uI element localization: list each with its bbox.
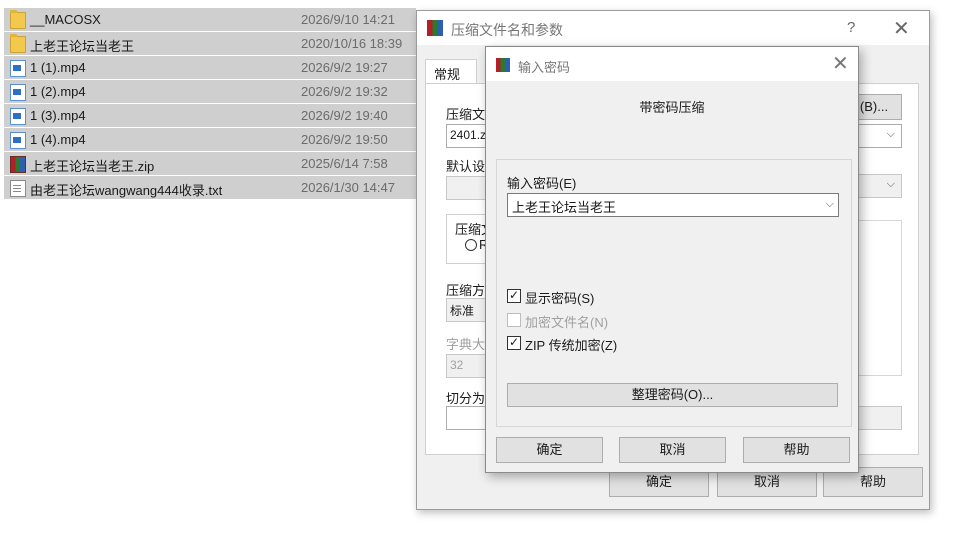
file-row[interactable]: __MACOSX 2026/9/10 14:21: [4, 8, 416, 32]
tab-general[interactable]: 常规: [425, 59, 477, 84]
chevron-down-icon: ⌵: [886, 178, 895, 190]
method-dropdown[interactable]: 标准: [446, 298, 490, 322]
cancel-button-label: 取消: [753, 474, 780, 489]
file-date: 2026/9/2 19:27: [301, 60, 388, 75]
file-date: 2026/9/2 19:40: [301, 108, 388, 123]
video-file-icon: [10, 108, 26, 125]
file-name: 上老王论坛当老王: [30, 39, 135, 54]
help-icon[interactable]: ?: [847, 19, 855, 36]
browse-button-label: (B)...: [859, 99, 889, 114]
show-password-label: 显示密码(S): [525, 291, 595, 306]
video-file-icon: [10, 84, 26, 101]
zip-legacy-encryption-label: ZIP 传统加密(Z): [525, 338, 618, 353]
password-help-button[interactable]: 帮助: [743, 437, 850, 463]
password-cancel-label: 取消: [659, 442, 686, 457]
chevron-down-icon: ⌵: [886, 128, 895, 140]
ok-button-label: 确定: [645, 474, 672, 489]
file-row[interactable]: 由老王论坛wangwang444收录.txt 2026/1/30 14:47: [4, 176, 416, 200]
tab-label: 常规: [434, 67, 461, 82]
password-label: 输入密码(E): [507, 176, 577, 191]
password-ok-label: 确定: [536, 442, 563, 457]
check-icon: ✓: [508, 288, 520, 302]
close-icon[interactable]: ✕: [893, 16, 910, 41]
chevron-down-icon[interactable]: ⌵: [826, 198, 834, 211]
file-list: __MACOSX 2026/9/10 14:21 上老王论坛当老王 2020/1…: [4, 8, 416, 200]
archive-name-value: 2401.z: [450, 128, 487, 142]
password-input[interactable]: 上老王论坛当老王 ⌵: [507, 193, 839, 217]
password-cancel-button[interactable]: 取消: [619, 437, 726, 463]
password-dialog-title: 输入密码: [518, 60, 571, 75]
close-icon[interactable]: ✕: [832, 51, 849, 76]
format-group: 压缩文 R: [446, 214, 490, 264]
folder-icon: [10, 34, 26, 53]
file-date: 2025/6/14 7:58: [301, 156, 388, 171]
dialog-title: 压缩文件名和参数: [451, 22, 563, 38]
winrar-archive-icon: [10, 156, 26, 173]
file-date: 2026/9/10 14:21: [301, 12, 395, 27]
file-row[interactable]: 1 (1).mp4 2026/9/2 19:27: [4, 56, 416, 80]
folder-icon: [10, 10, 26, 29]
password-value: 上老王论坛当老王: [512, 200, 617, 215]
file-name: 1 (1).mp4: [30, 60, 86, 75]
password-help-label: 帮助: [783, 442, 810, 457]
file-row[interactable]: 1 (2).mp4 2026/9/2 19:32: [4, 80, 416, 104]
password-heading: 带密码压缩: [639, 100, 705, 115]
format-radio[interactable]: [465, 239, 477, 251]
file-date: 2026/9/2 19:32: [301, 84, 388, 99]
checkbox-box[interactable]: ✓: [507, 288, 521, 303]
file-name: __MACOSX: [30, 12, 101, 27]
file-name: 1 (2).mp4: [30, 84, 86, 99]
file-date: 2026/9/2 19:50: [301, 132, 388, 147]
video-file-icon: [10, 60, 26, 77]
method-value: 标准: [450, 304, 475, 318]
password-dialog: 输入密码 ✕ 带密码压缩 输入密码(E) 上老王论坛当老王 ⌵ ✓ 显示密码(S…: [485, 46, 859, 473]
winrar-icon: [496, 58, 510, 72]
checkbox-box: [507, 313, 521, 327]
check-icon: ✓: [508, 335, 520, 349]
video-file-icon: [10, 132, 26, 149]
file-row[interactable]: 1 (4).mp4 2026/9/2 19:50: [4, 128, 416, 152]
encrypt-filenames-label: 加密文件名(N): [525, 315, 609, 330]
profile-dropdown[interactable]: [446, 176, 488, 200]
file-row[interactable]: 1 (3).mp4 2026/9/2 19:40: [4, 104, 416, 128]
file-date: 2026/1/30 14:47: [301, 180, 395, 195]
dictionary-value: 32: [450, 358, 464, 372]
file-name: 上老王论坛当老王.zip: [30, 159, 155, 174]
dictionary-dropdown: 32: [446, 354, 490, 378]
split-input[interactable]: [446, 406, 490, 430]
file-name: 1 (3).mp4: [30, 108, 86, 123]
file-row[interactable]: 上老王论坛当老王.zip 2025/6/14 7:58: [4, 152, 416, 176]
organize-passwords-button[interactable]: 整理密码(O)...: [507, 383, 838, 407]
checkbox-box[interactable]: ✓: [507, 335, 521, 350]
title-bar[interactable]: 压缩文件名和参数 ? ✕: [417, 11, 929, 45]
password-ok-button[interactable]: 确定: [496, 437, 603, 463]
text-file-icon: [10, 180, 26, 197]
organize-passwords-label: 整理密码(O)...: [631, 387, 714, 402]
file-date: 2020/10/16 18:39: [301, 36, 403, 51]
format-group-label: 压缩文: [455, 222, 487, 237]
file-row[interactable]: 上老王论坛当老王 2020/10/16 18:39: [4, 32, 416, 56]
file-name: 由老王论坛wangwang444收录.txt: [30, 183, 223, 198]
password-title-bar[interactable]: 输入密码 ✕: [486, 47, 858, 81]
help-button-label: 帮助: [859, 474, 886, 489]
winrar-icon: [427, 20, 443, 36]
file-name: 1 (4).mp4: [30, 132, 86, 147]
